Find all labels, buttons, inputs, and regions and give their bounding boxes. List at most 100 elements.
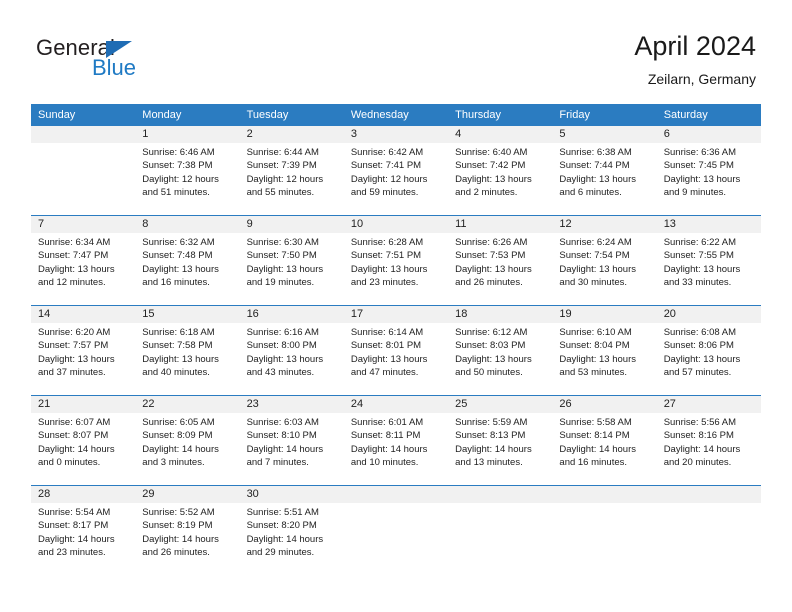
- day-number[interactable]: 25: [448, 396, 552, 413]
- day-detail-line: Sunrise: 5:56 AM: [663, 417, 737, 428]
- day-cell[interactable]: Sunrise: 6:36 AM Sunset: 7:45 PM Daylight:…: [657, 143, 761, 215]
- day-number[interactable]: 21: [31, 396, 135, 413]
- day-cell[interactable]: Sunrise: 6:46 AM Sunset: 7:38 PM Daylight:…: [135, 143, 239, 215]
- day-cell[interactable]: Sunrise: 5:59 AM Sunset: 8:13 PM Daylight:…: [448, 413, 552, 485]
- day-cell[interactable]: Sunrise: 6:40 AM Sunset: 7:42 PM Daylight:…: [448, 143, 552, 215]
- day-detail-line: and 51 minutes.: [142, 187, 210, 199]
- day-number[interactable]: 22: [135, 396, 239, 413]
- week-day-numbers: 21 22 23 24 25 26 27: [31, 396, 761, 413]
- day-number[interactable]: 20: [657, 306, 761, 323]
- day-number[interactable]: 6: [657, 126, 761, 143]
- day-cell[interactable]: Sunrise: 6:28 AM Sunset: 7:51 PM Daylight:…: [344, 233, 448, 305]
- week-day-details: Sunrise: 6:07 AM Sunset: 8:07 PM Daylight:…: [31, 413, 761, 485]
- day-detail-line: and 47 minutes.: [350, 367, 419, 379]
- day-number[interactable]: 2: [240, 126, 344, 143]
- day-number[interactable]: 1: [135, 126, 239, 143]
- day-detail-line: Sunset: 8:07 PM: [38, 430, 109, 442]
- day-cell[interactable]: Sunrise: 6:16 AM Sunset: 8:00 PM Daylight:…: [240, 323, 344, 395]
- day-detail-line: Sunset: 8:06 PM: [663, 340, 734, 352]
- day-cell[interactable]: Sunrise: 6:26 AM Sunset: 7:53 PM Daylight:…: [448, 233, 552, 305]
- day-detail-line: Sunrise: 6:08 AM: [663, 327, 737, 338]
- day-detail-line: Sunset: 7:58 PM: [142, 340, 213, 352]
- day-number[interactable]: 8: [135, 216, 239, 233]
- day-number[interactable]: 19: [552, 306, 656, 323]
- day-detail-line: Daylight: 14 hours: [38, 533, 115, 545]
- day-detail-line: Sunrise: 6:42 AM: [350, 147, 424, 158]
- title-block: April 2024 Zeilarn, Germany: [634, 30, 756, 89]
- day-cell[interactable]: Sunrise: 6:01 AM Sunset: 8:11 PM Daylight:…: [344, 413, 448, 485]
- day-number[interactable]: 24: [344, 396, 448, 413]
- day-detail-line: Sunset: 7:45 PM: [663, 160, 734, 172]
- day-detail-line: Daylight: 13 hours: [559, 173, 636, 185]
- day-detail-line: and 0 minutes.: [38, 457, 101, 469]
- day-cell[interactable]: Sunrise: 6:38 AM Sunset: 7:44 PM Daylight:…: [552, 143, 656, 215]
- day-detail-line: Daylight: 13 hours: [142, 263, 219, 275]
- day-detail-line: Daylight: 13 hours: [455, 353, 532, 365]
- day-number[interactable]: 28: [31, 486, 135, 503]
- day-detail-line: Sunrise: 6:10 AM: [559, 327, 632, 338]
- day-number[interactable]: 13: [657, 216, 761, 233]
- day-number[interactable]: 30: [240, 486, 344, 503]
- day-number[interactable]: 18: [448, 306, 552, 323]
- day-detail-line: Sunrise: 6:03 AM: [246, 417, 319, 428]
- day-detail-line: Sunset: 7:44 PM: [559, 160, 630, 172]
- day-detail-line: Sunset: 7:38 PM: [142, 160, 213, 172]
- day-number[interactable]: 17: [344, 306, 448, 323]
- day-number[interactable]: 27: [657, 396, 761, 413]
- day-cell[interactable]: Sunrise: 6:10 AM Sunset: 8:04 PM Daylight:…: [552, 323, 656, 395]
- day-number-empty: [31, 126, 135, 143]
- day-cell[interactable]: Sunrise: 6:44 AM Sunset: 7:39 PM Daylight:…: [240, 143, 344, 215]
- day-cell[interactable]: Sunrise: 6:07 AM Sunset: 8:07 PM Daylight:…: [31, 413, 135, 485]
- day-number[interactable]: 9: [240, 216, 344, 233]
- day-detail-line: Sunset: 7:51 PM: [350, 250, 422, 262]
- week-day-details: Sunrise: 6:20 AM Sunset: 7:57 PM Daylight:…: [31, 323, 761, 395]
- day-cell[interactable]: Sunrise: 6:18 AM Sunset: 7:58 PM Daylight:…: [135, 323, 239, 395]
- day-cell[interactable]: Sunrise: 6:03 AM Sunset: 8:10 PM Daylight:…: [240, 413, 344, 485]
- day-detail-line: and 59 minutes.: [350, 187, 419, 199]
- weekday-header-tuesday: Tuesday: [246, 109, 289, 121]
- day-number[interactable]: 29: [135, 486, 239, 503]
- day-number[interactable]: 16: [240, 306, 344, 323]
- day-cell[interactable]: Sunrise: 6:34 AM Sunset: 7:47 PM Daylight:…: [31, 233, 135, 305]
- day-cell[interactable]: Sunrise: 6:08 AM Sunset: 8:06 PM Daylight:…: [657, 323, 761, 395]
- day-detail-line: Sunrise: 6:18 AM: [142, 327, 215, 338]
- day-cell[interactable]: Sunrise: 6:14 AM Sunset: 8:01 PM Daylight:…: [344, 323, 448, 395]
- day-number[interactable]: 23: [240, 396, 344, 413]
- day-detail-line: Sunset: 8:17 PM: [38, 520, 109, 532]
- day-detail-line: Sunrise: 5:54 AM: [38, 507, 111, 518]
- day-number[interactable]: 10: [344, 216, 448, 233]
- page-header: General Blue April 2024 Zeilarn, Germany: [0, 0, 792, 100]
- day-cell[interactable]: Sunrise: 5:52 AM Sunset: 8:19 PM Daylight:…: [135, 503, 239, 575]
- day-number[interactable]: 4: [448, 126, 552, 143]
- day-cell[interactable]: Sunrise: 6:30 AM Sunset: 7:50 PM Daylight:…: [240, 233, 344, 305]
- day-cell[interactable]: Sunrise: 5:54 AM Sunset: 8:17 PM Daylight:…: [31, 503, 135, 575]
- calendar-week-row: 1 2 3 4 5 6 Sunrise: 6:46 AM Sunset: 7:38 PM Day…: [31, 126, 761, 215]
- day-detail-line: Sunset: 7:48 PM: [142, 250, 213, 262]
- day-number[interactable]: 15: [135, 306, 239, 323]
- day-detail-line: Sunrise: 6:34 AM: [38, 237, 111, 248]
- day-detail-line: Sunset: 8:04 PM: [559, 340, 630, 352]
- day-cell[interactable]: Sunrise: 6:32 AM Sunset: 7:48 PM Daylight:…: [135, 233, 239, 305]
- day-number[interactable]: 3: [344, 126, 448, 143]
- day-number[interactable]: 14: [31, 306, 135, 323]
- day-number[interactable]: 7: [31, 216, 135, 233]
- day-detail-line: Sunrise: 6:38 AM: [559, 147, 632, 158]
- day-cell[interactable]: Sunrise: 6:20 AM Sunset: 7:57 PM Daylight:…: [31, 323, 135, 395]
- calendar-week-row: 14 15 16 17 18 19 20 Sunrise: 6:20 AM Sunset: 7:…: [31, 305, 761, 395]
- day-detail-line: and 9 minutes.: [663, 187, 727, 199]
- day-detail-line: and 13 minutes.: [455, 457, 523, 469]
- day-number[interactable]: 12: [552, 216, 656, 233]
- day-detail-line: Sunset: 7:47 PM: [38, 250, 109, 262]
- day-number[interactable]: 11: [448, 216, 552, 233]
- day-number[interactable]: 5: [552, 126, 656, 143]
- day-number[interactable]: 26: [552, 396, 656, 413]
- day-cell[interactable]: Sunrise: 6:12 AM Sunset: 8:03 PM Daylight:…: [448, 323, 552, 395]
- day-cell[interactable]: Sunrise: 6:42 AM Sunset: 7:41 PM Daylight:…: [344, 143, 448, 215]
- day-cell[interactable]: Sunrise: 5:58 AM Sunset: 8:14 PM Daylight:…: [552, 413, 656, 485]
- day-cell[interactable]: Sunrise: 6:24 AM Sunset: 7:54 PM Daylight:…: [552, 233, 656, 305]
- day-detail-line: Daylight: 14 hours: [455, 443, 532, 455]
- day-cell[interactable]: Sunrise: 5:56 AM Sunset: 8:16 PM Daylight:…: [657, 413, 761, 485]
- day-cell[interactable]: Sunrise: 5:51 AM Sunset: 8:20 PM Daylight:…: [240, 503, 344, 575]
- day-cell[interactable]: Sunrise: 6:05 AM Sunset: 8:09 PM Daylight:…: [135, 413, 239, 485]
- day-cell[interactable]: Sunrise: 6:22 AM Sunset: 7:55 PM Daylight:…: [657, 233, 761, 305]
